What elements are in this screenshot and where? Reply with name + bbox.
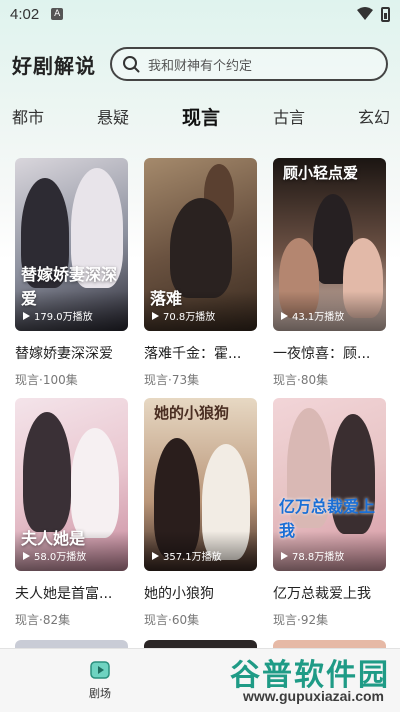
drama-title: 一夜惊喜：顾... [273,346,371,362]
poster-figure [23,412,71,532]
play-count: 179.0万播放 [23,308,93,323]
drama-title: 落难千金：霍... [144,346,242,362]
drama-meta: 现言·80集 [273,373,329,387]
battery-icon [381,6,390,22]
app-title: 好剧解说 [12,53,96,78]
play-count: 58.0万播放 [23,548,86,563]
drama-card[interactable]: 她的小狼狗 357.1万播放 她的小狼狗 现言·60集 [144,398,257,638]
play-count: 43.1万播放 [281,308,344,323]
poster-title: 夫人她是 [21,529,86,548]
play-icon [281,311,288,320]
tab-guyan[interactable]: 古言 [273,104,305,128]
drama-poster[interactable]: 她的小狼狗 357.1万播放 [144,398,257,571]
play-count: 70.8万播放 [152,308,215,323]
poster-title: 替嫁娇妻深深爱 [21,265,118,308]
search-icon [123,56,140,73]
drama-meta: 现言·82集 [15,613,71,627]
play-icon [152,311,159,320]
watermark: 谷普软件园 www.gupuxiazai.com [220,650,390,708]
drama-poster[interactable]: 亿万总裁爱上我 78.8万播放 [273,398,386,571]
drama-poster[interactable]: 替嫁娇妻深深爱 179.0万播放 [15,158,128,331]
status-time: 4:02 [10,5,40,23]
status-icons [357,6,390,22]
poster-figure [170,198,232,298]
drama-meta: 现言·92集 [273,613,329,627]
drama-meta: 现言·60集 [144,613,200,627]
drama-poster[interactable]: 夫人她是 58.0万播放 [15,398,128,571]
tab-xianyan[interactable]: 现言 [182,103,220,130]
nav-theater-label: 剧场 [89,687,111,700]
tab-xuanhuan[interactable]: 玄幻 [358,104,390,128]
drama-title: 替嫁娇妻深深爱 [15,346,113,362]
search-placeholder: 我和财神有个约定 [148,58,253,74]
drama-card[interactable]: 夫人她是 58.0万播放 夫人她是首富... 现言·82集 [15,398,128,638]
drama-card[interactable]: 顾小轻点爱 43.1万播放 一夜惊喜：顾... 现言·80集 [273,158,386,398]
play-count: 357.1万播放 [152,548,222,563]
poster-title: 亿万总裁爱上我 [279,497,376,540]
play-icon [152,551,159,560]
play-count: 78.8万播放 [281,548,344,563]
poster-figure [71,428,119,538]
nav-theater[interactable]: 剧场 [80,659,120,701]
search-input[interactable]: 我和财神有个约定 [110,47,388,81]
tab-xuanyi[interactable]: 悬疑 [97,104,129,128]
play-icon [23,311,30,320]
header: 好剧解说 我和财神有个约定 [0,44,400,84]
poster-title: 落难 [150,289,183,308]
drama-title: 夫人她是首富... [15,586,113,602]
drama-poster[interactable]: 落难 70.8万播放 [144,158,257,331]
tab-dushi[interactable]: 都市 [12,104,44,128]
drama-title: 亿万总裁爱上我 [273,586,371,602]
drama-card[interactable]: 亿万总裁爱上我 78.8万播放 亿万总裁爱上我 现言·92集 [273,398,386,638]
theater-icon [90,661,110,679]
category-tabs: 都市 悬疑 现言 古言 玄幻 [0,100,400,132]
drama-poster[interactable]: 顾小轻点爱 43.1万播放 [273,158,386,331]
drama-grid: 替嫁娇妻深深爱 179.0万播放 替嫁娇妻深深爱 现言·100集 落难 70.8… [15,158,387,638]
poster-title: 她的小狼狗 [154,404,230,422]
drama-meta: 现言·100集 [15,373,78,387]
status-bar: 4:02 A [0,0,400,28]
watermark-url: www.gupuxiazai.com [242,688,384,704]
drama-card[interactable]: 替嫁娇妻深深爱 179.0万播放 替嫁娇妻深深爱 现言·100集 [15,158,128,398]
play-icon [23,551,30,560]
poster-title: 顾小轻点爱 [283,164,359,182]
drama-card[interactable]: 落难 70.8万播放 落难千金：霍... 现言·73集 [144,158,257,398]
wifi-icon [357,7,373,20]
drama-title: 她的小狼狗 [144,586,214,602]
play-icon [281,551,288,560]
notification-icon: A [51,8,64,20]
drama-meta: 现言·73集 [144,373,200,387]
